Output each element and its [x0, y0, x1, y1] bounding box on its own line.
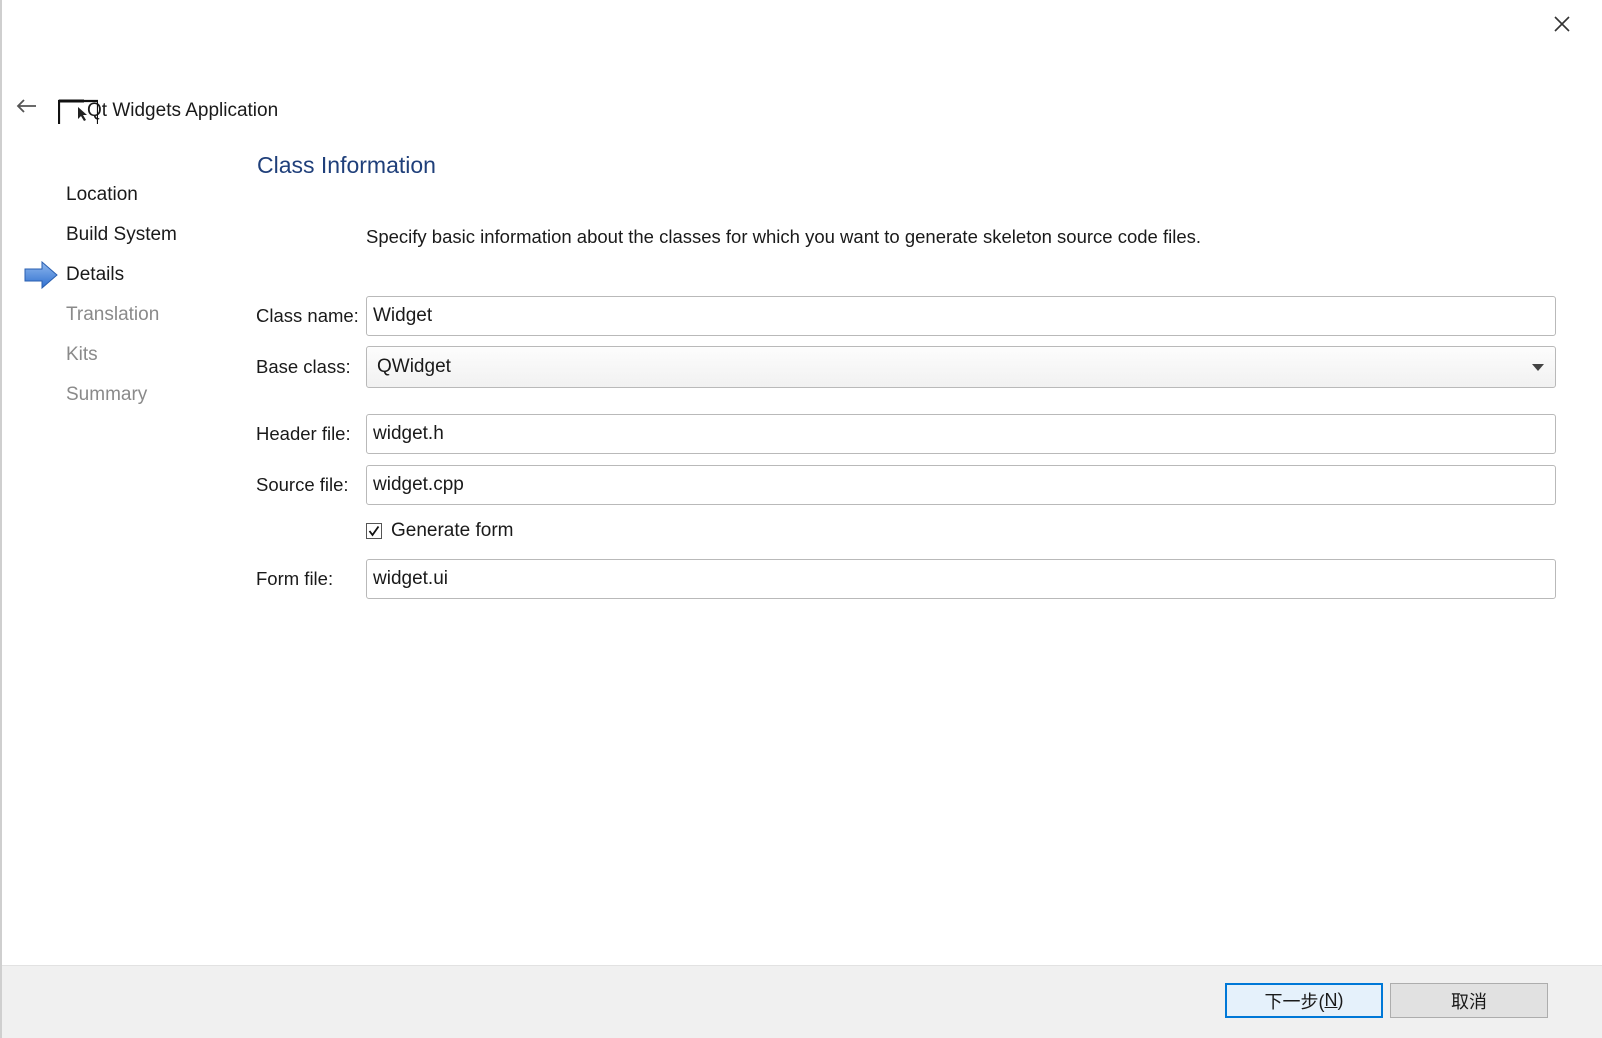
class-name-label: Class name:	[256, 305, 359, 326]
step-summary: Summary	[24, 375, 234, 415]
step-translation: Translation	[24, 295, 234, 335]
wizard-steps: Location Build System Details Translatio…	[24, 175, 234, 415]
step-label: Build System	[66, 224, 177, 245]
chevron-down-icon	[1532, 364, 1544, 371]
form-file-input[interactable]	[366, 559, 1556, 599]
next-button-prefix: 下一步(	[1264, 991, 1325, 1012]
wizard-window: Qt Widgets Application Location Build Sy…	[0, 0, 1602, 1038]
next-button-suffix: )	[1337, 990, 1344, 1010]
source-file-input[interactable]	[366, 465, 1556, 505]
source-file-row: Source file:	[256, 463, 1556, 507]
page-title: Class Information	[257, 152, 436, 178]
base-class-label: Base class:	[256, 356, 351, 377]
next-button-mnemonic: N	[1324, 990, 1338, 1010]
wizard-title: Qt Widgets Application	[87, 100, 279, 121]
current-step-arrow-icon	[24, 261, 58, 289]
next-button[interactable]: 下一步(N)	[1225, 983, 1383, 1018]
generate-form-label[interactable]: Generate form	[391, 520, 514, 542]
class-name-row: Class name:	[256, 294, 1556, 338]
header-file-input[interactable]	[366, 414, 1556, 454]
checkmark-icon	[368, 525, 380, 537]
base-class-select[interactable]: QWidget	[366, 346, 1556, 388]
generate-form-checkbox[interactable]	[366, 523, 382, 539]
qt-widgets-app-icon	[58, 99, 98, 124]
generate-form-row: Generate form	[366, 520, 514, 542]
step-details: Details	[24, 255, 234, 295]
step-build-system: Build System	[24, 215, 234, 255]
window-left-edge	[0, 0, 2, 1038]
form-file-row: Form file:	[256, 557, 1556, 601]
button-bar: 下一步(N) 取消	[2, 965, 1602, 1038]
step-label: Kits	[66, 344, 98, 365]
page-description: Specify basic information about the clas…	[366, 226, 1202, 247]
close-button[interactable]	[1546, 8, 1578, 40]
source-file-label: Source file:	[256, 474, 349, 495]
cancel-button[interactable]: 取消	[1390, 983, 1548, 1018]
close-icon	[1554, 16, 1570, 32]
step-label: Location	[66, 184, 138, 205]
class-name-input[interactable]	[366, 296, 1556, 336]
header-file-row: Header file:	[256, 412, 1556, 456]
wizard-header: Qt Widgets Application	[58, 94, 278, 128]
form-file-label: Form file:	[256, 568, 334, 589]
header-file-label: Header file:	[256, 423, 351, 444]
step-location: Location	[24, 175, 234, 215]
base-class-value: QWidget	[377, 356, 451, 377]
step-label: Translation	[66, 304, 160, 325]
step-kits: Kits	[24, 335, 234, 375]
step-label: Details	[66, 264, 125, 285]
back-button[interactable]	[10, 90, 42, 122]
step-label: Summary	[66, 384, 148, 405]
back-arrow-icon	[16, 99, 36, 113]
base-class-row: Base class: QWidget	[256, 345, 1556, 389]
